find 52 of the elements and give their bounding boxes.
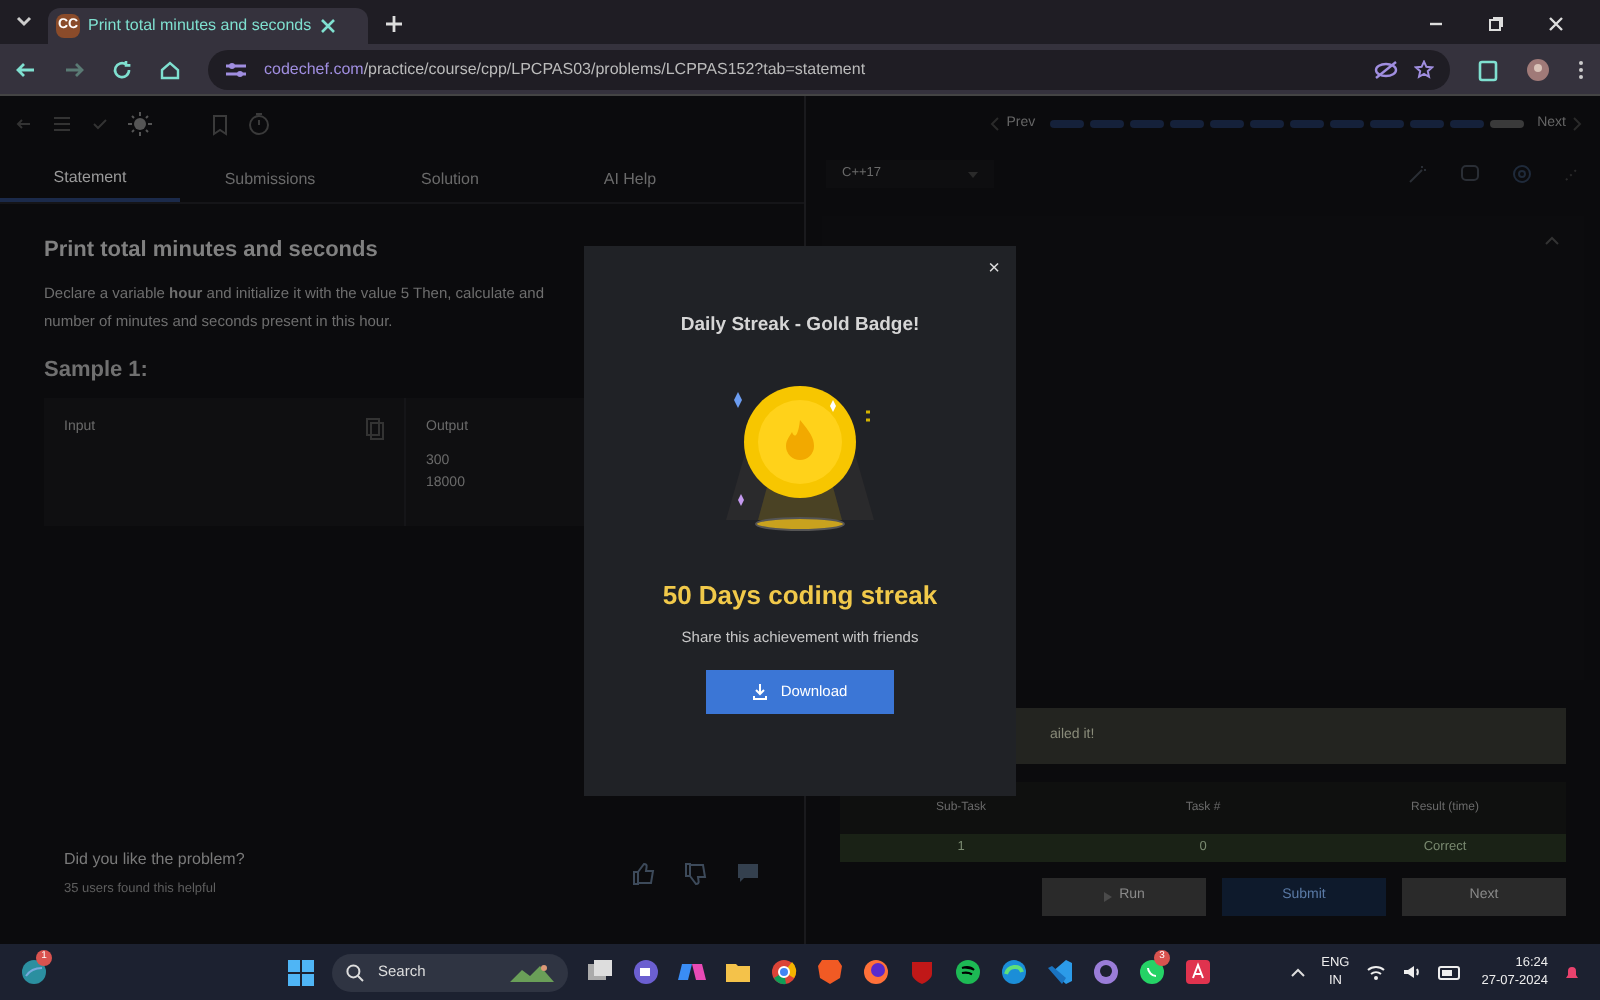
wifi-icon[interactable] [1365, 964, 1386, 980]
windows-start-icon[interactable] [288, 959, 314, 985]
back-icon[interactable] [16, 59, 36, 79]
forward-icon[interactable] [64, 59, 84, 79]
close-button[interactable]: × [988, 254, 1000, 284]
restore-icon[interactable] [1488, 16, 1504, 32]
url-text: codechef.com/practice/course/cpp/LPCPAS03/problems/LCPPAS152?tab=statement [264, 57, 866, 81]
home-icon[interactable] [160, 59, 180, 79]
profile-avatar-icon[interactable] [1526, 57, 1550, 81]
letter-a-app-icon[interactable] [1184, 958, 1212, 986]
star-icon[interactable] [1414, 59, 1434, 79]
music-icon[interactable] [954, 958, 982, 986]
problem-tab[interactable]: Statement [0, 156, 180, 202]
play-icon [1103, 892, 1112, 902]
extensions-icon[interactable] [1478, 57, 1498, 81]
bell-icon[interactable] [1564, 963, 1580, 981]
chat-bubble-icon[interactable] [1138, 958, 1166, 986]
problem-tab[interactable]: Submissions [180, 156, 360, 202]
new-tab-icon[interactable] [384, 14, 404, 34]
code-editor-icon[interactable] [1046, 958, 1074, 986]
dialog-title: Daily Streak - Gold Badge! [680, 312, 920, 340]
address-bar[interactable]: codechef.com/practice/course/cpp/LPCPAS03/problems/LCPPAS152?tab=statement [208, 49, 1450, 89]
weather-icon[interactable] [20, 958, 48, 986]
sample-heading: Sample 1: [44, 355, 150, 385]
streak-headline: 50 Days coding streak [662, 578, 938, 615]
battery-icon[interactable] [1437, 965, 1462, 979]
landscape-icon [510, 962, 554, 982]
close-icon[interactable] [319, 18, 336, 34]
thumbs-down-icon[interactable] [684, 862, 708, 887]
close-icon[interactable] [1548, 16, 1564, 32]
eye-off-icon[interactable] [1374, 59, 1398, 79]
copilot-icon[interactable] [678, 958, 706, 986]
search-icon [346, 963, 364, 981]
task-view-icon[interactable] [586, 958, 614, 986]
problem-tab[interactable]: AI Help [540, 156, 720, 202]
problem-title: Print total minutes and seconds [44, 236, 380, 266]
problem-tab[interactable]: Solution [360, 156, 540, 202]
reload-icon[interactable] [112, 59, 132, 79]
wave-browser-icon[interactable] [1000, 958, 1028, 986]
check-icon [92, 116, 108, 132]
download-icon [752, 684, 769, 700]
chrome-icon[interactable] [770, 958, 798, 986]
fox-browser-icon[interactable] [862, 958, 890, 986]
volume-icon[interactable] [1401, 964, 1422, 980]
site-settings-icon[interactable] [224, 59, 248, 79]
video-call-icon[interactable] [632, 958, 660, 986]
more-icon[interactable] [1578, 59, 1584, 79]
thumbs-up-icon[interactable] [632, 862, 656, 887]
folder-icon[interactable] [724, 958, 752, 986]
sun-icon[interactable] [128, 112, 152, 136]
feedback-question: Did you like the problem? [64, 848, 245, 873]
tab-title: Print total minutes and seconds [88, 14, 312, 38]
